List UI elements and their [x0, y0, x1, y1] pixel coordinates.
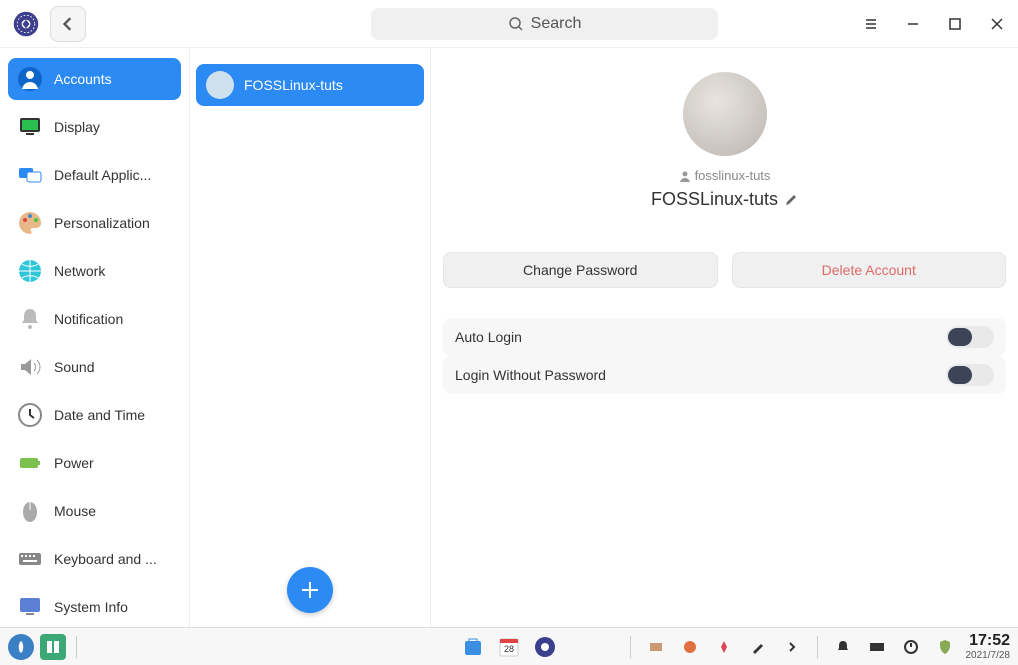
auto-login-toggle[interactable] — [946, 326, 994, 348]
accounts-icon — [16, 65, 44, 93]
username-label: fosslinux-tuts — [443, 168, 1006, 183]
sidebar-item-default-apps[interactable]: Default Applic... — [8, 154, 181, 196]
login-without-password-label: Login Without Password — [455, 367, 606, 383]
close-button[interactable] — [988, 15, 1006, 33]
change-password-button[interactable]: Change Password — [443, 252, 718, 288]
sidebar-item-label: Mouse — [54, 503, 96, 519]
back-button[interactable] — [50, 6, 86, 42]
tray-calendar-icon[interactable]: 28 — [496, 634, 522, 660]
mouse-icon — [16, 497, 44, 525]
default-apps-icon — [16, 161, 44, 189]
user-list: FOSSLinux-tuts — [190, 48, 430, 627]
auto-login-label: Auto Login — [455, 329, 522, 345]
search-input[interactable]: Search — [371, 8, 718, 40]
login-without-password-toggle[interactable] — [946, 364, 994, 386]
clock[interactable]: 17:52 2021/7/28 — [966, 632, 1011, 661]
tray-expand-icon[interactable] — [779, 634, 805, 660]
tray-notification-icon[interactable] — [830, 634, 856, 660]
sidebar-item-label: Personalization — [54, 215, 150, 231]
sidebar-item-keyboard[interactable]: Keyboard and ... — [8, 538, 181, 580]
sidebar-item-label: Accounts — [54, 71, 112, 87]
auto-login-row: Auto Login — [443, 318, 1006, 356]
maximize-button[interactable] — [946, 15, 964, 33]
sidebar-item-label: Display — [54, 119, 100, 135]
power-icon — [16, 449, 44, 477]
menu-button[interactable] — [862, 15, 880, 33]
avatar-icon — [206, 71, 234, 99]
app-icon — [12, 10, 40, 38]
clock-icon — [16, 401, 44, 429]
tray-power-icon[interactable] — [898, 634, 924, 660]
tray-app-store-icon[interactable] — [460, 634, 486, 660]
avatar[interactable] — [683, 72, 767, 156]
account-detail: fosslinux-tuts FOSSLinux-tuts Change Pas… — [430, 48, 1018, 627]
sidebar-item-date-time[interactable]: Date and Time — [8, 394, 181, 436]
tray-icon-3[interactable] — [711, 634, 737, 660]
sidebar-item-accounts[interactable]: Accounts — [8, 58, 181, 100]
sound-icon — [16, 353, 44, 381]
delete-account-button[interactable]: Delete Account — [732, 252, 1007, 288]
system-info-icon — [16, 593, 44, 621]
sidebar-item-label: Keyboard and ... — [54, 551, 157, 567]
search-icon — [508, 16, 524, 32]
tray-settings-icon[interactable] — [532, 634, 558, 660]
user-list-item-name: FOSSLinux-tuts — [244, 77, 343, 93]
display-name[interactable]: FOSSLinux-tuts — [443, 189, 1006, 210]
sidebar-item-label: System Info — [54, 599, 128, 615]
network-icon — [16, 257, 44, 285]
plus-icon — [299, 579, 321, 601]
sidebar-item-system-info[interactable]: System Info — [8, 586, 181, 628]
user-list-item[interactable]: FOSSLinux-tuts — [196, 64, 424, 106]
launcher-icon[interactable] — [8, 634, 34, 660]
sidebar-item-sound[interactable]: Sound — [8, 346, 181, 388]
sidebar-item-label: Network — [54, 263, 105, 279]
personalization-icon — [16, 209, 44, 237]
search-placeholder: Search — [531, 15, 582, 33]
sidebar-item-mouse[interactable]: Mouse — [8, 490, 181, 532]
login-without-password-row: Login Without Password — [443, 356, 1006, 394]
minimize-button[interactable] — [904, 15, 922, 33]
chevron-left-icon — [61, 17, 75, 31]
sidebar-item-label: Default Applic... — [54, 167, 151, 183]
sidebar-item-label: Notification — [54, 311, 123, 327]
tray-icon-brush[interactable] — [745, 634, 771, 660]
tray-keyboard-icon[interactable] — [864, 634, 890, 660]
sidebar-item-display[interactable]: Display — [8, 106, 181, 148]
sidebar-item-notification[interactable]: Notification — [8, 298, 181, 340]
edit-icon — [784, 193, 798, 207]
sidebar-item-label: Sound — [54, 359, 94, 375]
add-user-button[interactable] — [287, 567, 333, 613]
clock-time: 17:52 — [966, 632, 1011, 650]
user-icon — [679, 170, 691, 182]
titlebar: Search — [0, 0, 1018, 48]
clock-date: 2021/7/28 — [966, 650, 1011, 661]
tray-icon-1[interactable] — [643, 634, 669, 660]
notification-icon — [16, 305, 44, 333]
sidebar-item-network[interactable]: Network — [8, 250, 181, 292]
tray-icon-2[interactable] — [677, 634, 703, 660]
tray-shield-icon[interactable] — [932, 634, 958, 660]
sidebar-item-power[interactable]: Power — [8, 442, 181, 484]
sidebar: Accounts Display Default Applic... Perso… — [0, 48, 189, 627]
display-icon — [16, 113, 44, 141]
sidebar-item-label: Power — [54, 455, 94, 471]
svg-text:28: 28 — [504, 644, 514, 654]
taskbar: 28 17:52 2021/7/28 — [0, 627, 1018, 665]
multitask-icon[interactable] — [40, 634, 66, 660]
sidebar-item-personalization[interactable]: Personalization — [8, 202, 181, 244]
sidebar-item-label: Date and Time — [54, 407, 145, 423]
keyboard-icon — [16, 545, 44, 573]
